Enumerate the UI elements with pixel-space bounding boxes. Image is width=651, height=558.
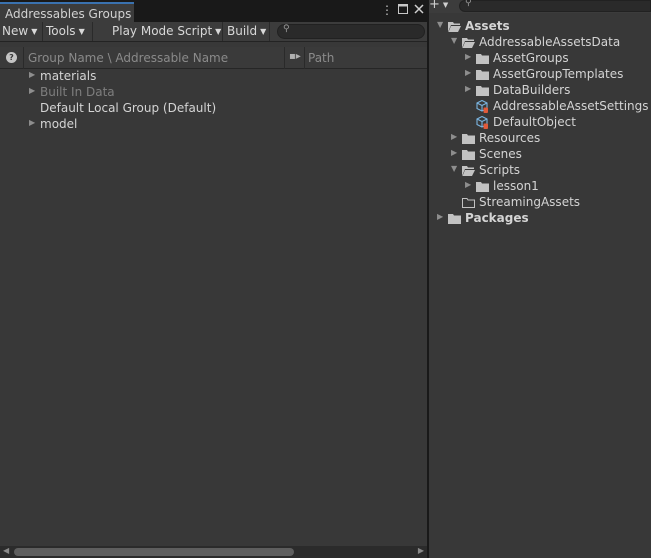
group-row-materials[interactable]: ▶ materials — [0, 69, 427, 85]
tree-item-packages[interactable]: ▶ Packages — [429, 211, 651, 227]
folder-empty-icon — [462, 197, 475, 211]
expand-arrow-icon[interactable]: ▶ — [451, 148, 457, 157]
folder-icon — [448, 213, 461, 227]
scrollbar-thumb[interactable] — [14, 548, 294, 556]
project-search-input[interactable]: ⚲ — [459, 0, 651, 12]
folder-icon — [476, 53, 489, 67]
folder-icon — [462, 133, 475, 147]
addressables-groups-window: Addressables Groups ⋮ New ▼ Tools ▼ Play M… — [0, 0, 427, 558]
group-row-model[interactable]: ▶ model — [0, 117, 427, 133]
chevron-down-icon: ▼ — [215, 27, 222, 36]
tree-item-label: AddressableAssetSettings — [493, 99, 649, 113]
group-label: model — [40, 117, 78, 131]
tree-item-label: Scenes — [479, 147, 522, 161]
expand-arrow-icon[interactable]: ▶ — [437, 212, 443, 221]
tree-item-label: AssetGroupTemplates — [493, 67, 624, 81]
project-toolbar: + ▼ ⚲ — [429, 0, 651, 13]
tree-item-addressableassetsettings[interactable]: AddressableAssetSettings — [429, 99, 651, 115]
expand-arrow-icon[interactable]: ▶ — [465, 68, 471, 77]
scroll-left-icon[interactable]: ◀ — [3, 546, 9, 555]
tab-addressables-groups[interactable]: Addressables Groups — [0, 2, 134, 22]
tree-item-label: DataBuilders — [493, 83, 571, 97]
expand-arrow-icon[interactable]: ▶ — [451, 132, 457, 141]
folder-icon — [476, 85, 489, 99]
close-icon[interactable] — [413, 3, 425, 17]
tools-label: Tools — [46, 24, 76, 38]
search-icon: ⚲ — [283, 24, 290, 34]
tree-item-assets[interactable]: ▼ Assets — [429, 19, 651, 35]
chevron-down-icon: ▼ — [260, 27, 267, 36]
tree-item-assetgrouptemplates[interactable]: ▶ AssetGroupTemplates — [429, 67, 651, 83]
tree-item-label: Scripts — [479, 163, 521, 177]
folder-open-icon — [462, 165, 475, 179]
horizontal-scrollbar[interactable]: ◀ ▶ — [0, 546, 427, 558]
expand-arrow-icon[interactable]: ▶ — [465, 52, 471, 61]
asset-type-icon[interactable]: ▪▸ — [289, 51, 301, 62]
maximize-icon[interactable] — [397, 3, 409, 17]
new-dropdown[interactable]: New ▼ — [0, 22, 43, 41]
tools-dropdown[interactable]: Tools ▼ — [44, 22, 93, 41]
tree-item-label: lesson1 — [493, 179, 539, 193]
chevron-down-icon: ▼ — [442, 1, 449, 9]
scroll-right-icon[interactable]: ▶ — [418, 546, 424, 555]
tree-item-scripts[interactable]: ▼ Scripts — [429, 163, 651, 179]
tree-item-label: Resources — [479, 131, 541, 145]
folder-icon — [462, 149, 475, 163]
group-label: Built In Data — [40, 85, 115, 99]
chevron-down-icon: ▼ — [31, 27, 38, 36]
expand-arrow-icon[interactable]: ▶ — [29, 118, 35, 127]
collapse-arrow-icon[interactable]: ▼ — [451, 36, 457, 45]
column-path[interactable]: Path — [308, 51, 334, 65]
tree-item-assetgroups[interactable]: ▶ AssetGroups — [429, 51, 651, 67]
tree-item-label: Assets — [465, 19, 510, 33]
tree-item-defaultobject[interactable]: DefaultObject — [429, 115, 651, 131]
column-group-name[interactable]: Group Name \ Addressable Name — [28, 51, 228, 65]
tree-item-label: AssetGroups — [493, 51, 569, 65]
folder-icon — [476, 181, 489, 195]
scriptable-object-icon — [476, 115, 489, 132]
expand-arrow-icon[interactable]: ▶ — [29, 70, 35, 79]
group-row-default-local-group[interactable]: Default Local Group (Default) — [0, 101, 427, 117]
tree-item-label: DefaultObject — [493, 115, 576, 129]
project-window: + ▼ ⚲ ▼ Assets ▼ AddressableAssetsData ▶ Asset… — [429, 0, 651, 558]
tree-item-scenes[interactable]: ▶ Scenes — [429, 147, 651, 163]
tree-item-databuilders[interactable]: ▶ DataBuilders — [429, 83, 651, 99]
column-header: ? Group Name \ Addressable Name ▪▸ Path — [0, 47, 427, 69]
tab-bar: Addressables Groups ⋮ — [0, 0, 427, 22]
help-icon[interactable]: ? — [6, 52, 17, 63]
tree-item-lesson1[interactable]: ▶ lesson1 — [429, 179, 651, 195]
build-label: Build — [227, 24, 258, 38]
groups-search-input[interactable]: ⚲ — [277, 24, 425, 39]
group-row-built-in-data[interactable]: ▶ Built In Data — [0, 85, 427, 101]
tree-item-addressableassetsdata[interactable]: ▼ AddressableAssetsData — [429, 35, 651, 51]
expand-arrow-icon[interactable]: ▶ — [465, 180, 471, 189]
tree-item-label: Packages — [465, 211, 529, 225]
folder-open-icon — [462, 37, 475, 51]
group-label: materials — [40, 69, 97, 83]
expand-arrow-icon[interactable]: ▶ — [465, 84, 471, 93]
collapse-arrow-icon[interactable]: ▼ — [451, 164, 457, 173]
tree-item-streamingassets[interactable]: StreamingAssets — [429, 195, 651, 211]
plus-icon: + — [429, 0, 440, 12]
play-mode-label: Play Mode Script — [112, 24, 213, 38]
create-dropdown[interactable]: + ▼ — [429, 0, 448, 12]
folder-icon — [476, 69, 489, 83]
build-dropdown[interactable]: Build ▼ — [225, 22, 270, 41]
folder-open-icon — [448, 21, 461, 35]
expand-arrow-icon[interactable]: ▶ — [29, 86, 35, 95]
tree-item-resources[interactable]: ▶ Resources — [429, 131, 651, 147]
play-mode-script-dropdown[interactable]: Play Mode Script ▼ — [110, 22, 223, 41]
new-label: New — [2, 24, 29, 38]
scriptable-object-icon — [476, 99, 489, 116]
kebab-menu-icon[interactable]: ⋮ — [381, 3, 393, 17]
groups-toolbar: New ▼ Tools ▼ Play Mode Script ▼ Build ▼ ⚲ — [0, 22, 427, 42]
tree-item-label: AddressableAssetsData — [479, 35, 621, 49]
tree-item-label: StreamingAssets — [479, 195, 581, 209]
chevron-down-icon: ▼ — [78, 27, 85, 36]
search-icon: ⚲ — [465, 0, 472, 8]
collapse-arrow-icon[interactable]: ▼ — [437, 20, 443, 29]
group-label: Default Local Group (Default) — [40, 101, 217, 115]
